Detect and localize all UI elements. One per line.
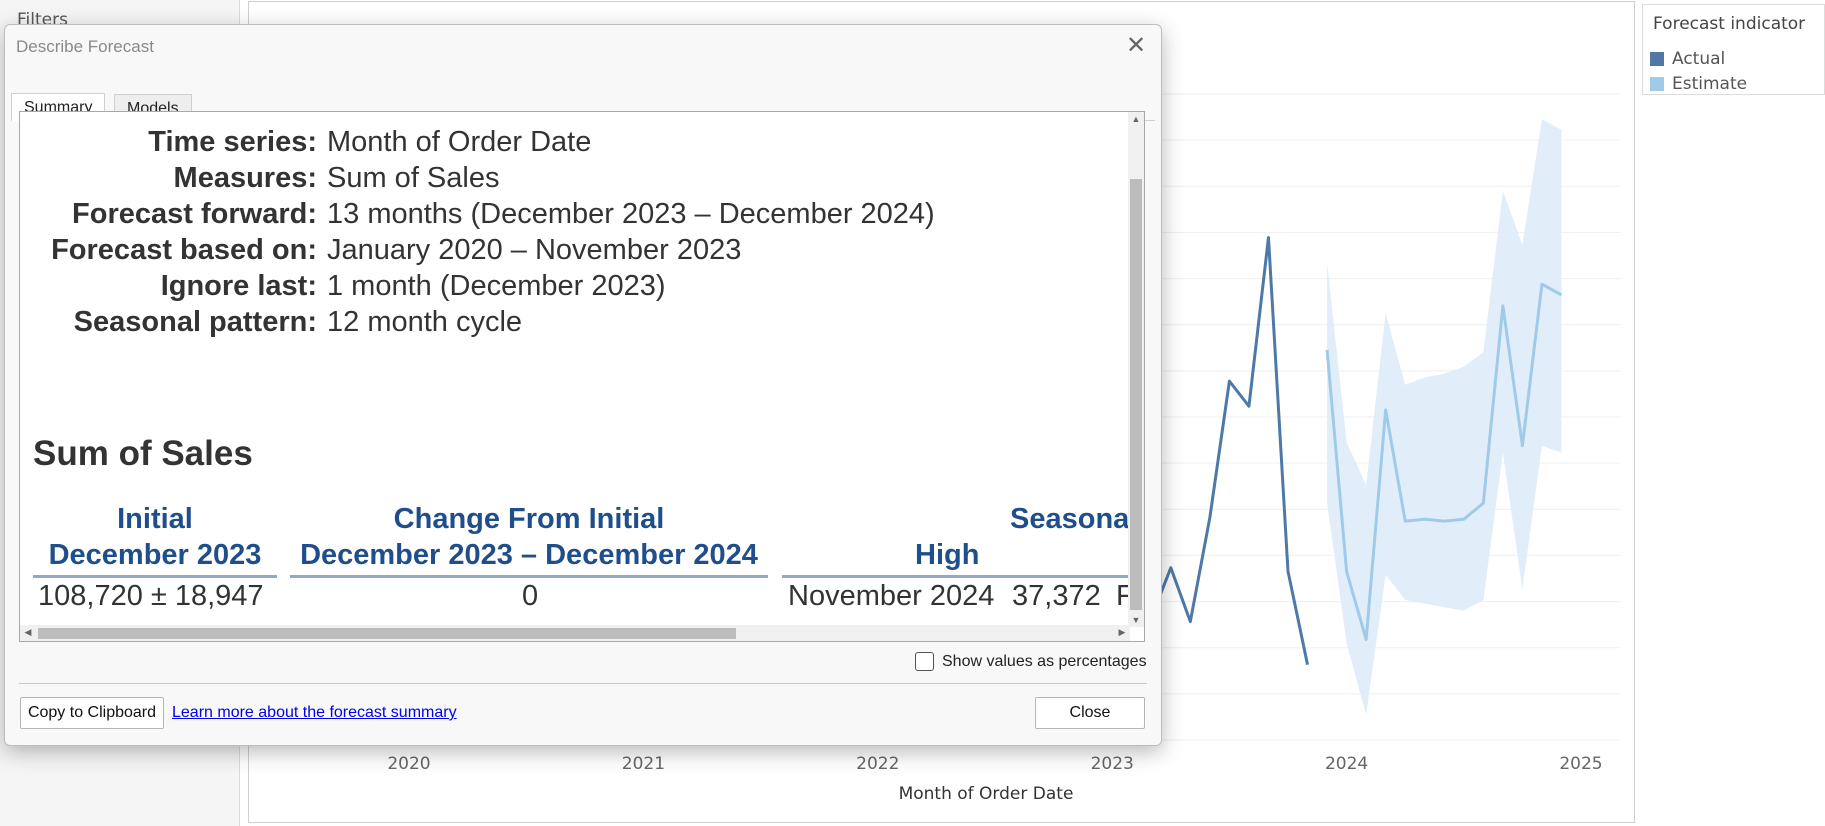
horizontal-scroll-thumb[interactable] [38, 628, 736, 639]
learn-more-link[interactable]: Learn more about the forecast summary [172, 704, 457, 722]
close-button[interactable]: Close [1035, 697, 1145, 729]
scroll-up-icon[interactable]: ▲ [1128, 114, 1144, 124]
col-seasonal-rule [782, 575, 1130, 578]
x-tick-label: 2020 [387, 754, 430, 774]
section-title: Sum of Sales [33, 434, 253, 473]
legend-swatch-actual [1650, 52, 1664, 66]
legend-swatch-estimate [1650, 77, 1664, 91]
col-change-rule [290, 575, 768, 578]
legend-label-estimate: Estimate [1672, 74, 1748, 94]
copy-to-clipboard-button[interactable]: Copy to Clipboard [20, 697, 164, 729]
x-tick-label: 2021 [622, 754, 665, 774]
col-initial-subhead: December 2023 [48, 539, 262, 571]
show-percentages-label[interactable]: Show values as percentages [942, 653, 1147, 671]
label-forecast-based-on: Forecast based on: [51, 234, 317, 266]
legend-item-estimate[interactable]: Estimate [1650, 73, 1747, 95]
col-high-subhead: High [915, 539, 980, 571]
dialog-close-icon[interactable]: ✕ [1123, 33, 1149, 59]
scroll-right-icon[interactable]: ▶ [1114, 627, 1130, 638]
label-measures: Measures: [173, 162, 317, 194]
col-seasonal-head: Seasonal [1010, 503, 1130, 535]
scroll-left-icon[interactable]: ◀ [20, 627, 36, 638]
cell-high-value: 37,372 [1012, 580, 1101, 612]
scroll-down-icon[interactable]: ▼ [1128, 615, 1144, 625]
value-ignore-last: 1 month (December 2023) [327, 270, 666, 302]
col-change-subhead: December 2023 – December 2024 [300, 539, 758, 571]
value-measures: Sum of Sales [327, 162, 500, 194]
x-axis-title: Month of Order Date [899, 784, 1074, 804]
legend-title: Forecast indicator [1653, 14, 1806, 34]
cell-change-value: 0 [522, 580, 539, 612]
show-percentages-row[interactable]: Show values as percentages [915, 652, 1147, 671]
legend-label-actual: Actual [1672, 49, 1726, 69]
cell-initial-value: 108,720 ± 18,947 [38, 580, 264, 612]
label-time-series: Time series: [148, 126, 317, 158]
legend: Forecast indicator Actual Estimate [1642, 4, 1825, 95]
summary-scroll-area: Time series: Month of Order Date Measure… [20, 112, 1130, 627]
value-forecast-forward: 13 months (December 2023 – December 2024… [327, 198, 935, 230]
cell-high-month: November 2024 [788, 580, 995, 612]
dialog-title: Describe Forecast [16, 37, 154, 56]
horizontal-scrollbar[interactable]: ◀ ▶ [20, 625, 1130, 641]
legend-item-actual[interactable]: Actual [1650, 48, 1725, 70]
summary-content: Time series: Month of Order Date Measure… [19, 111, 1145, 642]
describe-forecast-dialog: Describe Forecast ✕ Summary Models Time … [4, 24, 1162, 746]
x-tick-label: 2025 [1559, 754, 1602, 774]
footer-divider [19, 683, 1147, 684]
x-tick-label: 2022 [856, 754, 899, 774]
vertical-scrollbar[interactable]: ▲ ▼ [1128, 112, 1144, 627]
value-seasonal-pattern: 12 month cycle [327, 306, 523, 338]
x-tick-label: 2024 [1325, 754, 1368, 774]
value-time-series: Month of Order Date [327, 126, 592, 158]
x-axis-ticks: 2020 2021 2022 2023 2024 2025 [387, 754, 1602, 774]
col-initial-head: Initial [117, 503, 193, 535]
show-percentages-checkbox[interactable] [915, 652, 934, 671]
vertical-scroll-thumb[interactable] [1130, 179, 1142, 610]
value-forecast-based-on: January 2020 – November 2023 [327, 234, 742, 266]
label-ignore-last: Ignore last: [160, 270, 317, 302]
x-tick-label: 2023 [1091, 754, 1134, 774]
col-change-head: Change From Initial [393, 503, 665, 535]
col-initial-rule [33, 575, 277, 578]
label-forecast-forward: Forecast forward: [72, 198, 317, 230]
label-seasonal-pattern: Seasonal pattern: [73, 306, 317, 338]
